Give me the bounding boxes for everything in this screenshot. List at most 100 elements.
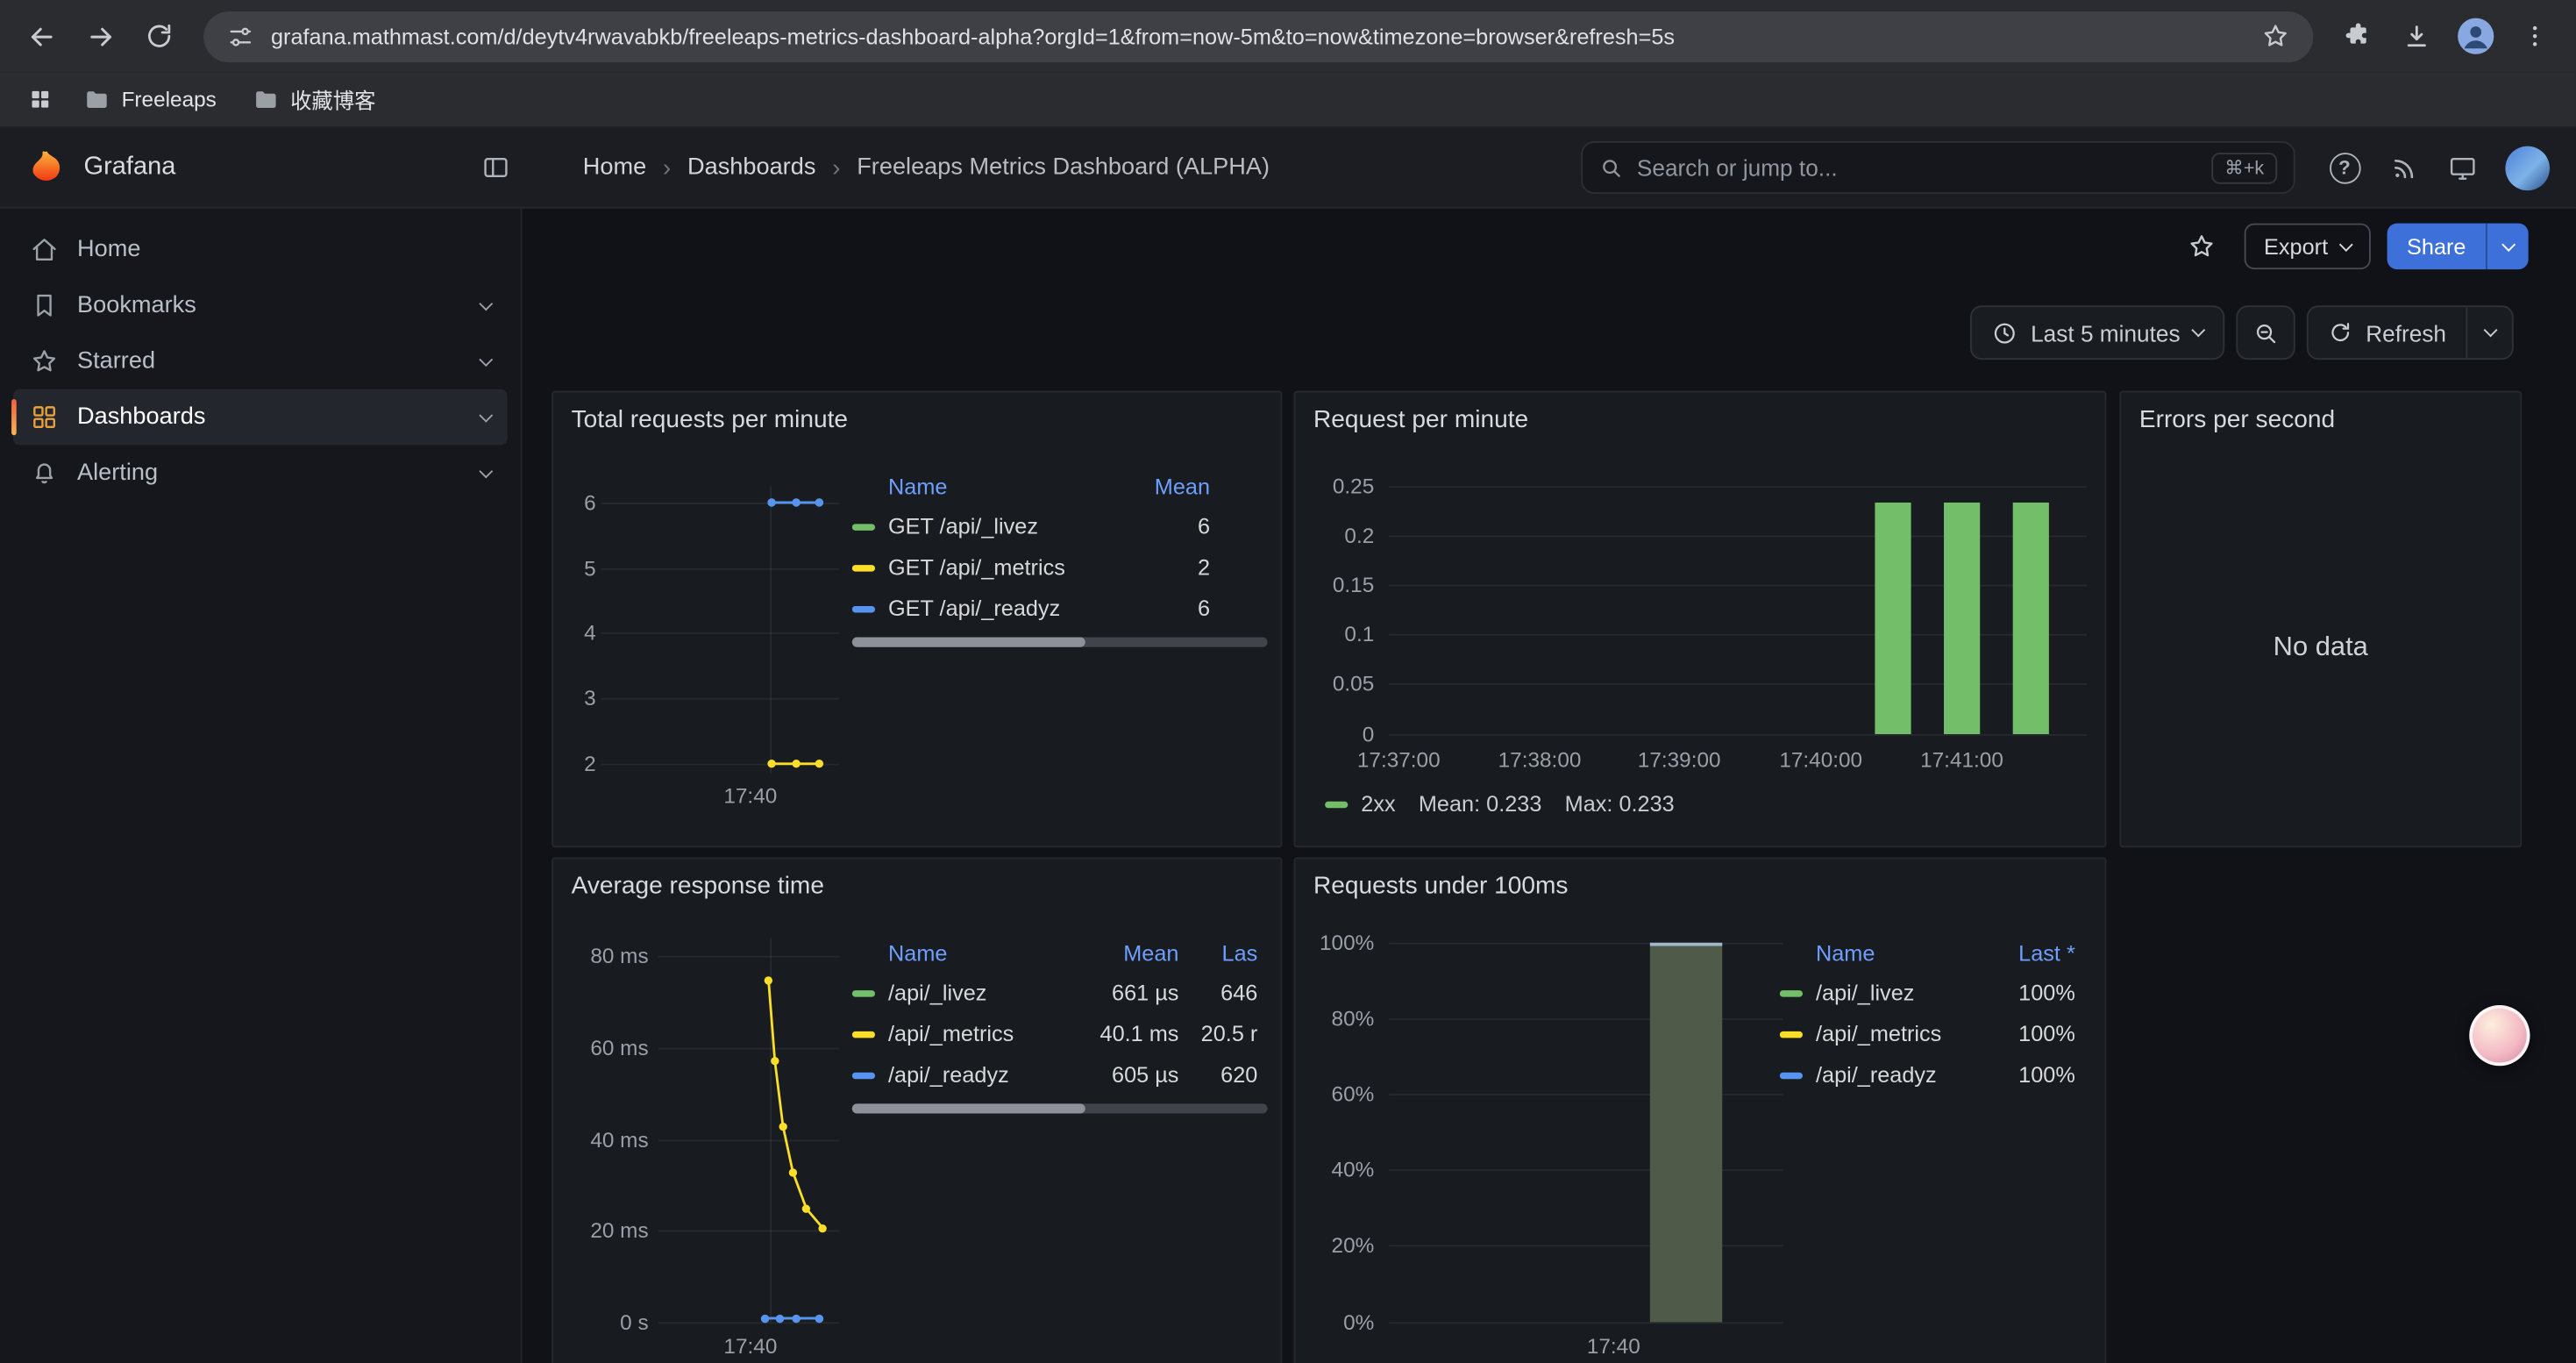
legend-col-last[interactable]: Las bbox=[1178, 940, 1257, 965]
sidebar-nav: Home Bookmarks Starred Dashboards bbox=[0, 209, 522, 1363]
breadcrumb-dashboards[interactable]: Dashboards bbox=[687, 154, 815, 181]
panel-title[interactable]: Requests under 100ms bbox=[1313, 872, 1568, 900]
legend-stats[interactable]: 2xx Mean: 0.233 Max: 0.233 bbox=[1325, 792, 1675, 817]
kiosk-monitor-icon[interactable] bbox=[2437, 141, 2489, 194]
sidebar-item-alerting[interactable]: Alerting bbox=[13, 445, 508, 501]
refresh-interval-dropdown[interactable] bbox=[2466, 307, 2511, 358]
series-mean: 2 bbox=[1112, 555, 1210, 580]
series-name[interactable]: GET /api/_metrics bbox=[888, 555, 1065, 580]
browser-back-button[interactable] bbox=[13, 8, 69, 64]
scrollbar-thumb[interactable] bbox=[852, 1103, 1085, 1113]
series-name[interactable]: /api/_readyz bbox=[888, 1063, 1009, 1088]
series-name[interactable]: /api/_readyz bbox=[1816, 1063, 1937, 1088]
breadcrumb-current: Freeleaps Metrics Dashboard (ALPHA) bbox=[857, 154, 1270, 181]
legend-row[interactable]: /api/_livez 100% bbox=[1780, 973, 2089, 1014]
data-point bbox=[779, 1122, 786, 1130]
legend-scrollbar[interactable] bbox=[852, 638, 1268, 647]
y-axis-labels: 0.250.20.150.10.050 bbox=[1295, 486, 1374, 734]
series-color-dash bbox=[852, 605, 875, 611]
panel-requests-under-100ms: Requests under 100ms 100%80%60%40%20%0% … bbox=[1294, 857, 2107, 1363]
browser-profile-avatar[interactable] bbox=[2448, 8, 2504, 64]
site-controls-icon[interactable] bbox=[226, 22, 254, 50]
legend-col-mean[interactable]: Mean bbox=[1077, 940, 1178, 965]
share-button[interactable]: Share bbox=[2387, 224, 2529, 269]
x-tick-label: 17:38:00 bbox=[1498, 747, 1582, 772]
series-name[interactable]: 2xx bbox=[1361, 792, 1395, 817]
grafana-logo[interactable] bbox=[26, 147, 68, 189]
legend-row[interactable]: GET /api/_readyz 6 bbox=[852, 588, 1268, 629]
legend-scrollbar[interactable] bbox=[852, 1103, 1268, 1113]
chart-request-per-minute[interactable] bbox=[1389, 486, 2087, 734]
zoom-out-button[interactable] bbox=[2236, 305, 2295, 360]
scrollbar-thumb[interactable] bbox=[852, 638, 1085, 647]
bookmarks-bar: Freeleaps 收藏博客 bbox=[0, 72, 2576, 128]
legend-row[interactable]: /api/_readyz 605 µs 620 bbox=[852, 1054, 1268, 1095]
chart-total-requests[interactable] bbox=[601, 486, 839, 774]
apps-grid-icon[interactable] bbox=[17, 76, 62, 122]
legend-row[interactable]: GET /api/_livez 6 bbox=[852, 506, 1268, 547]
user-avatar[interactable] bbox=[2505, 146, 2550, 190]
sidebar-item-home[interactable]: Home bbox=[13, 222, 508, 278]
legend-row[interactable]: /api/_metrics 40.1 ms 20.5 r bbox=[852, 1013, 1268, 1054]
search-placeholder: Search or jump to... bbox=[1637, 154, 2198, 181]
bar bbox=[1875, 503, 1911, 734]
export-label: Export bbox=[2264, 234, 2328, 259]
legend-col-name[interactable]: Name bbox=[852, 474, 1112, 498]
bookmark-folder-freeleaps[interactable]: Freeleaps bbox=[69, 80, 231, 119]
refresh-button[interactable]: Refresh bbox=[2307, 305, 2514, 360]
chevron-down-icon[interactable] bbox=[481, 359, 491, 364]
browser-forward-button[interactable] bbox=[72, 8, 128, 64]
legend-col-name[interactable]: Name bbox=[1780, 940, 1993, 965]
sidebar-item-starred[interactable]: Starred bbox=[13, 333, 508, 389]
extensions-icon[interactable] bbox=[2330, 8, 2386, 64]
series-name[interactable]: /api/_livez bbox=[888, 981, 986, 1005]
sidebar-item-dashboards[interactable]: Dashboards bbox=[13, 389, 508, 446]
chart-requests-under-100ms[interactable] bbox=[1389, 943, 1783, 1323]
reload-icon bbox=[145, 21, 174, 51]
help-icon[interactable]: ? bbox=[2318, 141, 2371, 194]
data-point bbox=[792, 498, 800, 506]
bell-icon bbox=[30, 458, 60, 488]
panel-title[interactable]: Average response time bbox=[572, 872, 824, 900]
chevron-down-icon[interactable] bbox=[481, 470, 491, 475]
export-button[interactable]: Export bbox=[2245, 224, 2371, 269]
series-name[interactable]: GET /api/_livez bbox=[888, 514, 1038, 539]
sidebar-item-bookmarks[interactable]: Bookmarks bbox=[13, 277, 508, 333]
y-tick-label: 6 bbox=[584, 490, 596, 515]
y-tick-label: 20% bbox=[1332, 1232, 1375, 1257]
bookmark-star-icon[interactable] bbox=[2260, 21, 2290, 51]
series-color-dash bbox=[852, 1072, 875, 1078]
legend-row[interactable]: /api/_livez 661 µs 646 bbox=[852, 973, 1268, 1014]
address-bar[interactable]: grafana.mathmast.com/d/deytv4rwavabkb/fr… bbox=[203, 11, 2313, 61]
assistant-avatar-widget[interactable] bbox=[2469, 1005, 2530, 1066]
favorite-star-button[interactable] bbox=[2175, 220, 2228, 273]
chevron-down-icon[interactable] bbox=[481, 303, 491, 308]
series-name[interactable]: /api/_metrics bbox=[888, 1022, 1014, 1046]
legend-row[interactable]: GET /api/_metrics 2 bbox=[852, 547, 1268, 589]
series-name[interactable]: /api/_livez bbox=[1816, 981, 1914, 1005]
legend-col-mean[interactable]: Mean bbox=[1112, 474, 1210, 498]
breadcrumb-home[interactable]: Home bbox=[583, 154, 646, 181]
series-name[interactable]: /api/_metrics bbox=[1816, 1022, 1941, 1046]
panel-title[interactable]: Request per minute bbox=[1313, 406, 1528, 434]
share-dropdown-icon[interactable] bbox=[2486, 224, 2529, 269]
legend-col-name[interactable]: Name bbox=[852, 940, 1078, 965]
y-tick-label: 40% bbox=[1332, 1157, 1375, 1181]
share-label[interactable]: Share bbox=[2387, 224, 2486, 269]
downloads-icon[interactable] bbox=[2388, 8, 2444, 64]
panel-title[interactable]: Total requests per minute bbox=[572, 406, 848, 434]
legend-row[interactable]: /api/_metrics 100% bbox=[1780, 1013, 2089, 1054]
series-name[interactable]: GET /api/_readyz bbox=[888, 596, 1060, 621]
time-range-picker[interactable]: Last 5 minutes bbox=[1970, 305, 2224, 360]
rss-news-icon[interactable] bbox=[2377, 141, 2430, 194]
panel-title[interactable]: Errors per second bbox=[2139, 406, 2335, 434]
legend-row[interactable]: /api/_readyz 100% bbox=[1780, 1054, 2089, 1095]
legend-col-last[interactable]: Last * bbox=[1993, 940, 2075, 965]
browser-reload-button[interactable] bbox=[132, 8, 188, 64]
browser-menu-icon[interactable] bbox=[2507, 8, 2563, 64]
bookmark-folder-blogs[interactable]: 收藏博客 bbox=[238, 77, 390, 122]
chevron-down-icon[interactable] bbox=[481, 415, 491, 420]
chart-average-response-time[interactable] bbox=[658, 938, 839, 1322]
search-input[interactable]: Search or jump to... ⌘+k bbox=[1581, 141, 2295, 194]
sidebar-toggle-icon[interactable] bbox=[470, 141, 523, 194]
